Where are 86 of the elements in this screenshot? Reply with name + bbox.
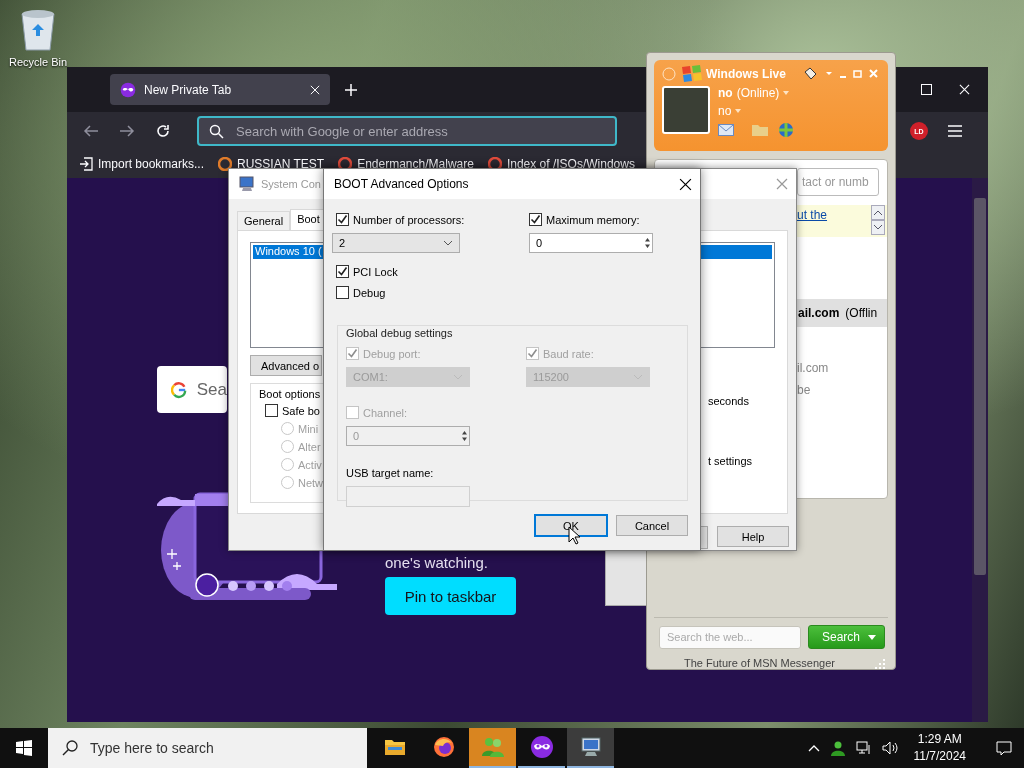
- resize-grip-icon[interactable]: [874, 657, 886, 669]
- bookmark-link[interactable]: Import bookmarks...: [79, 157, 205, 171]
- radio-label: Mini: [298, 422, 319, 435]
- close-icon[interactable]: [679, 177, 692, 191]
- radio-button[interactable]: [281, 440, 294, 453]
- pin-to-taskbar-button[interactable]: Pin to taskbar: [385, 577, 516, 615]
- monitor-icon: [239, 176, 255, 192]
- checkbox-label: Safe bo: [282, 404, 320, 417]
- checkbox[interactable]: [265, 404, 278, 417]
- chevron-up-icon[interactable]: [807, 744, 820, 752]
- taskbar-app-button[interactable]: [567, 728, 614, 768]
- checkbox-label: Channel:: [363, 406, 408, 419]
- tagline-text: one's watching.: [385, 554, 489, 571]
- reload-icon[interactable]: [155, 123, 171, 139]
- person-icon[interactable]: [829, 740, 846, 756]
- scrollbar[interactable]: [972, 178, 988, 722]
- advanced-options-button[interactable]: Advanced o: [250, 355, 322, 376]
- mask-icon: [120, 81, 136, 98]
- dialog-title: BOOT Advanced Options: [334, 177, 469, 191]
- radio-button[interactable]: [281, 476, 294, 489]
- checkbox[interactable]: [336, 286, 349, 299]
- chevron-down-icon: [443, 240, 453, 246]
- timeout-unit-label: seconds: [708, 395, 750, 407]
- mask-icon: [529, 735, 554, 759]
- clock[interactable]: 1:29 AM 11/7/2024: [913, 731, 966, 765]
- forward-arrow-icon[interactable]: [119, 124, 135, 138]
- web-search-field[interactable]: Sea: [157, 366, 227, 413]
- radio-label: Netw: [298, 476, 324, 489]
- scroll-arrows-icon[interactable]: [871, 205, 885, 236]
- checkbox-label: Debug port:: [363, 347, 421, 360]
- memory-number-field[interactable]: 0: [529, 233, 653, 253]
- checkbox[interactable]: [336, 265, 349, 278]
- taskbar-search-field[interactable]: Type here to search: [48, 728, 367, 768]
- checkbox[interactable]: [529, 213, 542, 226]
- folder-icon: [383, 738, 406, 756]
- bookmark-link[interactable]: Endermanch/Malware: [338, 157, 474, 171]
- checkbox-label: Baud rate:: [543, 347, 594, 360]
- search-icon: [209, 123, 224, 139]
- dialog-button[interactable]: Cancel: [616, 515, 688, 536]
- bookmark-link[interactable]: Index of /ISOs/Windows: [487, 157, 635, 171]
- recycle-bin-icon[interactable]: [18, 8, 58, 52]
- bookmark-link[interactable]: RUSSIAN TEST: [218, 157, 325, 171]
- radio-label: Alter: [298, 440, 321, 453]
- maximize-icon[interactable]: [921, 84, 932, 95]
- network-icon[interactable]: [855, 741, 872, 755]
- g-logo-icon: [171, 379, 187, 400]
- notice-link[interactable]: ut the: [797, 208, 828, 223]
- plus-icon[interactable]: [344, 82, 358, 97]
- speaker-icon[interactable]: [881, 741, 898, 755]
- address-field[interactable]: Search with Google or enter address: [197, 116, 617, 146]
- dialog-button[interactable]: OK: [535, 515, 607, 536]
- spin-arrows-icon: [460, 429, 469, 443]
- help-button[interactable]: Help: [717, 526, 789, 547]
- checkbox-label: Debug: [353, 286, 386, 299]
- browser-tab[interactable]: New Private Tab: [110, 74, 330, 105]
- scrollbar-thumb[interactable]: [974, 198, 986, 575]
- four-color-flag-icon: [680, 65, 702, 83]
- checkbox-label: PCI Lock: [353, 265, 398, 278]
- desktop-icon-label: Recycle Bin: [8, 56, 68, 68]
- checkbox-label: Maximum memory:: [546, 213, 640, 226]
- checkbox[interactable]: [336, 213, 349, 226]
- avatar-photo-placeholder[interactable]: [662, 86, 710, 134]
- field-label: USB target name:: [346, 467, 435, 479]
- caret-icon: [868, 634, 877, 640]
- processor-count-dropdown[interactable]: 2: [332, 233, 460, 253]
- group-title: Global debug settings: [346, 327, 454, 339]
- window-title: System Con: [261, 178, 321, 190]
- menu-icon[interactable]: [948, 125, 962, 137]
- import-icon: [79, 157, 93, 171]
- windows-logo-icon: [16, 740, 32, 756]
- speech-bubble-icon[interactable]: [996, 740, 1012, 756]
- back-arrow-icon[interactable]: [83, 124, 99, 138]
- spin-arrows-icon: [643, 236, 652, 250]
- messenger-title: Windows Live: [706, 67, 786, 81]
- checkbox-label: Number of processors:: [353, 213, 465, 226]
- monitor-icon: [579, 736, 602, 758]
- two-people-icon: [480, 736, 505, 758]
- permanent-settings-label: t settings: [708, 455, 753, 467]
- radio-label: Activ: [298, 458, 322, 471]
- radio-button[interactable]: [281, 458, 294, 471]
- footer-text: The Future of MSN Messenger: [684, 657, 835, 669]
- dialog-tab[interactable]: General: [237, 211, 291, 230]
- group-title: Boot options: [259, 388, 322, 400]
- radio-button[interactable]: [281, 422, 294, 435]
- mail-icon[interactable]: [718, 124, 734, 136]
- search-icon: [62, 740, 78, 756]
